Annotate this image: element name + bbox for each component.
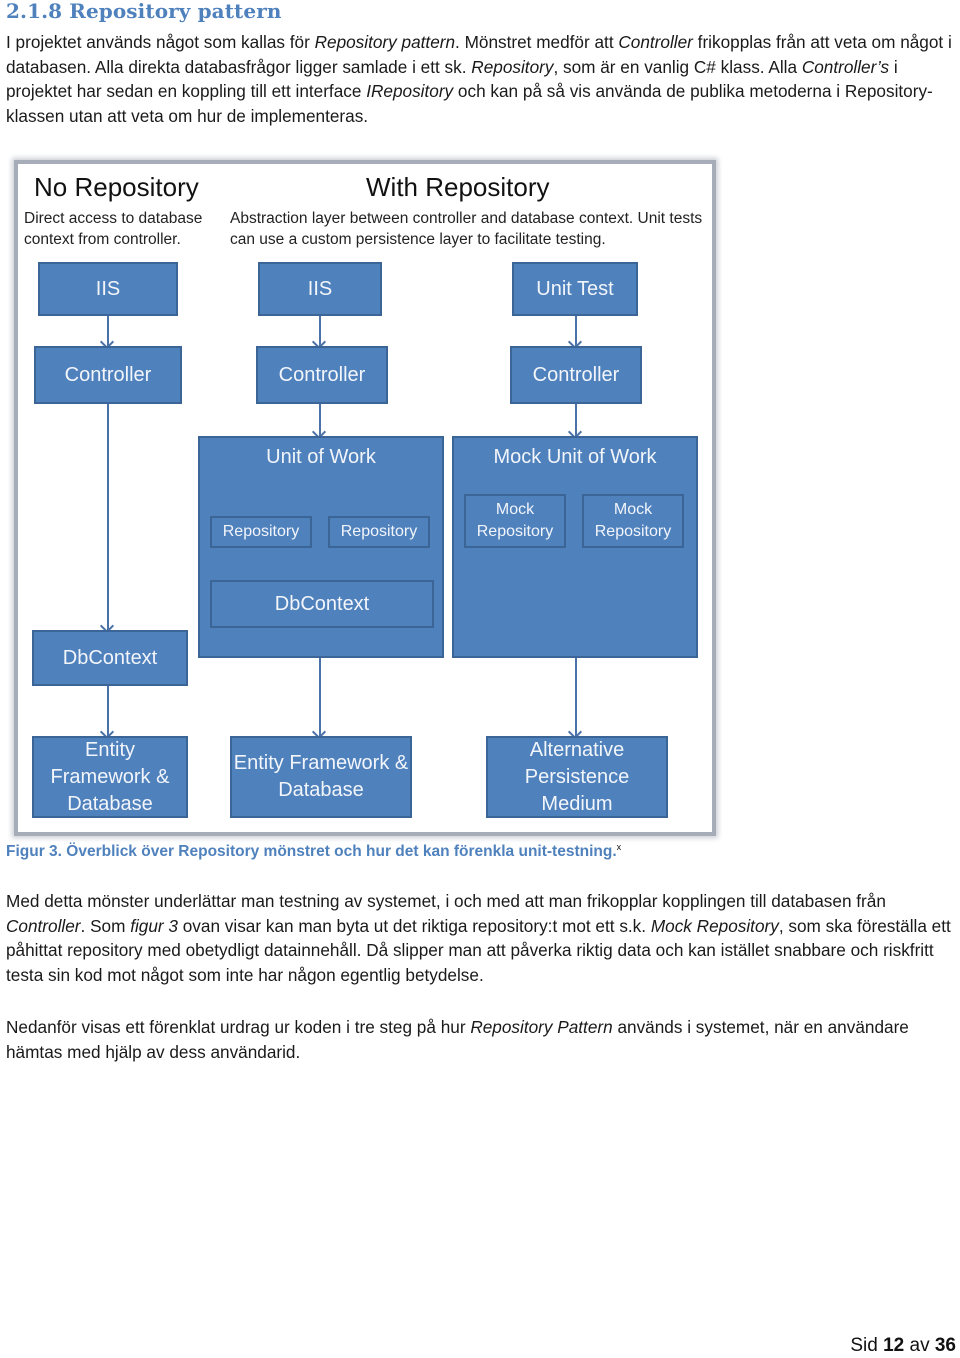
testing-paragraph: Med detta mönster underlättar man testni… [6, 889, 956, 987]
box-iis-no-repo: IIS [38, 262, 178, 316]
arrow-down-icon [575, 658, 577, 736]
box-dbcontext-with-repo: DbContext [210, 580, 434, 628]
text-run: , som är en vanlig C# klass. Alla [553, 56, 802, 77]
box-ef-no-repo: Entity Framework & Database [32, 736, 188, 818]
section-heading: 2.1.8 Repository pattern [6, 0, 282, 23]
intro-paragraph: I projektet används något som kallas för… [6, 30, 960, 128]
no-repository-subtitle: Direct access to database context from c… [24, 210, 203, 248]
box-controller-no-repo: Controller [34, 346, 182, 404]
text-run: ovan visar kan man byta ut det riktiga r… [177, 915, 651, 936]
caption-text: Figur 3. Överblick över Repository mönst… [6, 843, 613, 861]
arrow-down-icon [319, 404, 321, 436]
text-run: Med detta mönster underlättar man testni… [6, 891, 886, 911]
arrow-down-icon [107, 686, 109, 736]
arrow-down-icon [575, 404, 577, 436]
mock-unit-of-work-label: Mock Unit of Work [493, 446, 657, 468]
emphasized-text: Repository [471, 56, 554, 77]
box-iis-with-repo: IIS [258, 262, 382, 316]
emphasized-text: IRepository [366, 81, 454, 102]
text-run: I projektet används något som kallas för [6, 32, 315, 52]
page-sep: av [909, 1335, 930, 1356]
box-controller-unit-test: Controller [510, 346, 642, 404]
text-run: . Mönstret medför att [455, 32, 619, 52]
caption-footnote[interactable]: x [617, 842, 622, 852]
box-repository-1: Repository [210, 516, 312, 548]
text-run: Nedanför visas ett förenklat urdrag ur k… [6, 1017, 471, 1037]
emphasized-text: Controller [6, 915, 81, 936]
box-alternative-persistence: Alternative Persistence Medium [486, 736, 668, 818]
repository-pattern-figure: No Repository Direct access to database … [14, 160, 716, 836]
page-prefix: Sid [850, 1335, 878, 1356]
box-mock-repository-2: Mock Repository [582, 494, 684, 548]
arrow-down-icon [575, 316, 577, 346]
box-dbcontext-no-repo: DbContext [32, 630, 188, 686]
box-unit-test: Unit Test [512, 262, 638, 316]
text-run: . Som [80, 915, 131, 936]
page-number: Sid 12 av 36 [850, 1335, 956, 1357]
arrow-down-icon [319, 316, 321, 346]
arrow-down-icon [319, 658, 321, 736]
box-controller-with-repo: Controller [256, 346, 388, 404]
emphasized-text: figur 3 [130, 915, 178, 936]
with-repository-title: With Repository [366, 172, 550, 202]
unit-of-work-label: Unit of Work [266, 446, 376, 468]
box-repository-2: Repository [328, 516, 430, 548]
arrow-down-icon [107, 316, 109, 346]
emphasized-text: Repository pattern [314, 32, 456, 52]
code-intro-paragraph: Nedanför visas ett förenklat urdrag ur k… [6, 1015, 956, 1064]
box-ef-with-repo: Entity Framework & Database [230, 736, 412, 818]
emphasized-text: Controller’s [801, 56, 890, 77]
emphasized-text: Repository Pattern [470, 1017, 613, 1037]
arrow-down-icon [107, 404, 109, 630]
emphasized-text: Controller [618, 32, 693, 52]
figure-caption: Figur 3. Överblick över Repository mönst… [6, 842, 621, 861]
total-pages: 36 [934, 1335, 956, 1356]
emphasized-text: Mock Repository [650, 915, 779, 936]
no-repository-title: No Repository [34, 172, 199, 202]
with-repository-subtitle: Abstraction layer between controller and… [230, 210, 703, 248]
current-page: 12 [883, 1335, 905, 1356]
box-mock-repository-1: Mock Repository [464, 494, 566, 548]
